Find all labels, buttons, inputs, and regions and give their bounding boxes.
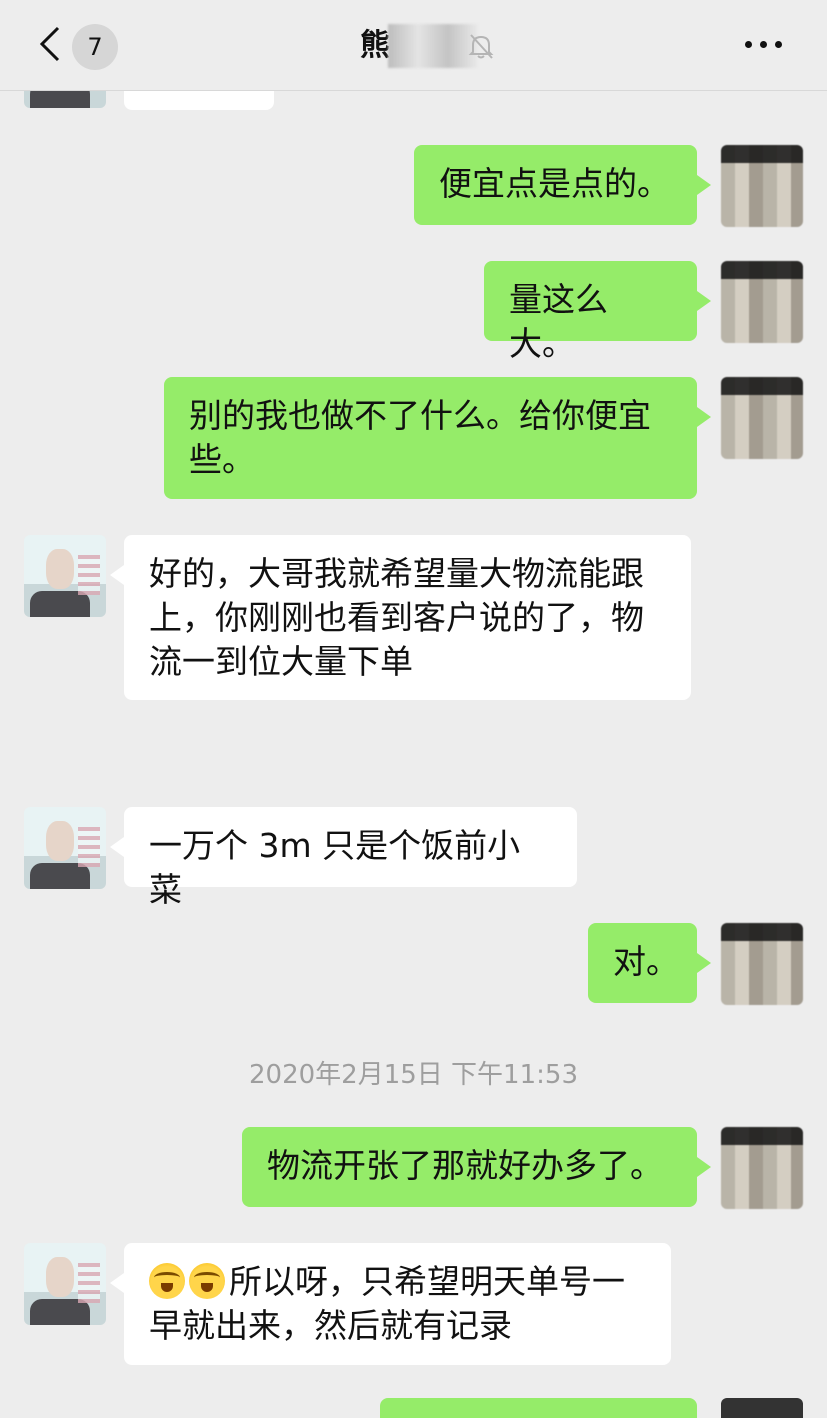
received-message-bubble[interactable]: 一万个 3m 只是个饭前小菜: [110, 807, 577, 909]
sent-message-bubble[interactable]: 别的我也做不了什么。给你便宜些。: [164, 377, 711, 499]
unread-count-badge[interactable]: 7: [72, 24, 118, 70]
loudly-crying-face-icon: [189, 1263, 225, 1299]
message-text: 对。: [613, 942, 679, 981]
chat-header: 7 熊: [0, 0, 827, 91]
message-text: 量这么大。: [509, 280, 608, 363]
message-text: 好的，大哥我就希望量大物流能跟上，你刚刚也看到客户说的了，物流一到位大量下单: [149, 554, 644, 681]
chat-title: 熊: [360, 28, 390, 63]
my-avatar[interactable]: [721, 145, 803, 227]
blurred-title-overlay: [388, 24, 478, 68]
received-message-bubble[interactable]: 所以呀，只希望明天单号一早就出来，然后就有记录: [110, 1243, 671, 1365]
next-avatar: [721, 1398, 803, 1418]
more-options-button[interactable]: [745, 38, 783, 52]
next-message-bubble: [380, 1398, 697, 1418]
message-text: 一万个 3m 只是个饭前小菜: [149, 826, 521, 909]
contact-avatar[interactable]: [24, 1243, 106, 1325]
sent-message-bubble[interactable]: 对。: [588, 923, 711, 1003]
sent-message-bubble[interactable]: 量这么大。: [484, 261, 711, 363]
bell-off-icon: [468, 34, 494, 59]
message-text: 便宜点是点的。: [439, 164, 670, 203]
chevron-left-icon[interactable]: [38, 26, 62, 62]
message-text: 别的我也做不了什么。给你便宜些。: [189, 396, 651, 479]
contact-avatar[interactable]: [24, 535, 106, 617]
my-avatar[interactable]: [721, 923, 803, 1005]
received-message-bubble[interactable]: 好的，大哥我就希望量大物流能跟上，你刚刚也看到客户说的了，物流一到位大量下单: [110, 535, 691, 700]
my-avatar[interactable]: [721, 1127, 803, 1209]
sent-message-bubble[interactable]: 物流开张了那就好办多了。: [242, 1127, 711, 1207]
my-avatar[interactable]: [721, 377, 803, 459]
sent-message-bubble[interactable]: 便宜点是点的。: [414, 145, 711, 225]
contact-avatar[interactable]: [24, 807, 106, 889]
message-text: 物流开张了那就好办多了。: [267, 1146, 663, 1185]
my-avatar[interactable]: [721, 261, 803, 343]
loudly-crying-face-icon: [149, 1263, 185, 1299]
chat-timestamp: 2020年2月15日 下午11:53: [249, 1060, 578, 1090]
